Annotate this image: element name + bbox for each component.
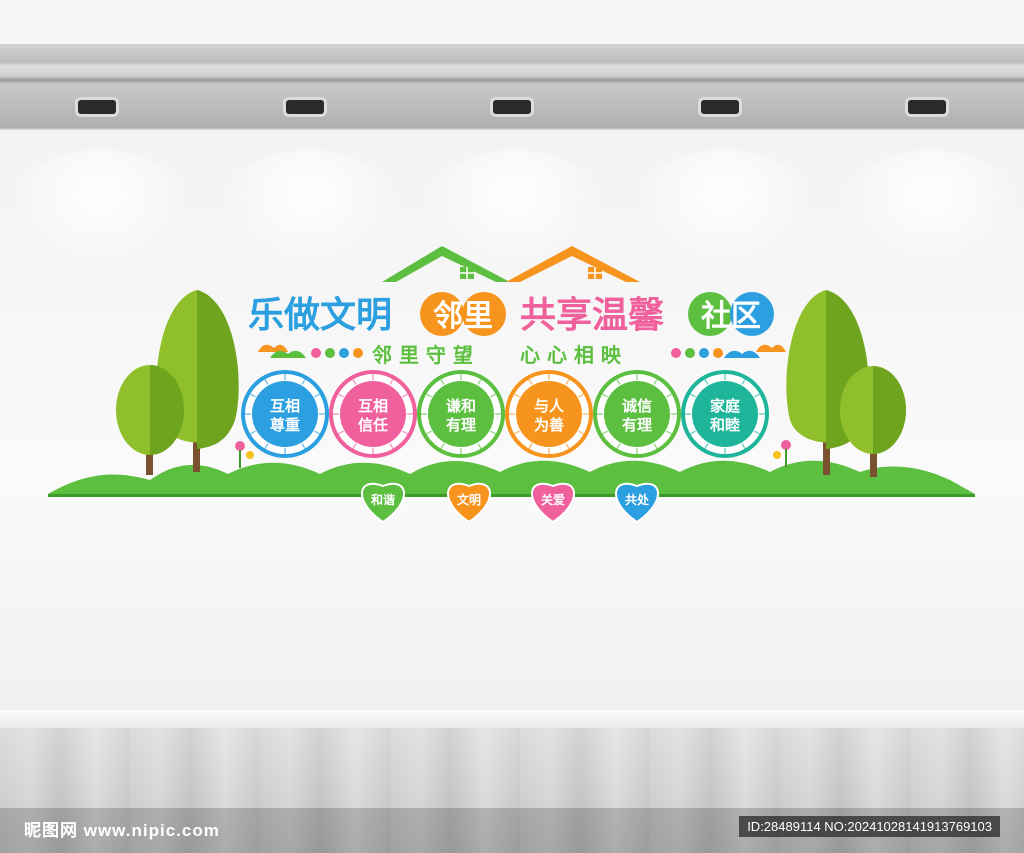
- value-circle-6: 家庭和睦: [681, 370, 769, 458]
- value-circle-line2: 尊重: [270, 416, 300, 434]
- heart-label: 和谐: [370, 492, 395, 507]
- value-circle-line1: 互相: [270, 397, 300, 415]
- value-circle-line1: 互相: [358, 397, 388, 415]
- heart-badge-3: 关爱: [531, 482, 575, 524]
- value-circle-1: 互相尊重: [241, 370, 329, 458]
- value-circle-line1: 谦和: [446, 397, 476, 415]
- title-part2: 共享温馨: [520, 295, 665, 336]
- value-circle-line2: 信任: [358, 416, 388, 434]
- value-circle-2: 互相信任: [329, 370, 417, 458]
- title-badge-left: 邻里: [433, 299, 493, 334]
- value-circle-line2: 有理: [446, 416, 476, 434]
- value-circle-line2: 为善: [534, 416, 564, 434]
- heart-label: 文明: [457, 492, 481, 507]
- wall-skirting: [0, 710, 1024, 730]
- watermark-id: ID:28489114 NO:20241028141913769103: [739, 816, 1000, 837]
- heart-badge-4: 共处: [615, 482, 659, 524]
- green-hills: [48, 460, 975, 494]
- value-circle-line2: 有理: [622, 416, 652, 434]
- heart-badge-2: 文明: [447, 482, 491, 524]
- heart-label: 关爱: [541, 492, 565, 507]
- value-circle-3: 谦和有理: [417, 370, 505, 458]
- title-badge-right: 社区: [701, 299, 761, 334]
- value-circle-4: 与人为善: [505, 370, 593, 458]
- heart-label: 共处: [625, 492, 650, 507]
- value-circle-line1: 与人: [534, 397, 565, 415]
- title-part1: 乐做文明: [248, 295, 392, 336]
- value-circle-line2: 和睦: [710, 416, 740, 434]
- subtitle-right: 心 心 相 映: [520, 343, 622, 367]
- watermark-site: 昵图网 www.nipic.com: [24, 821, 220, 840]
- orange-roof: [506, 246, 640, 282]
- green-roof: [382, 246, 510, 282]
- left-trees: [116, 290, 254, 475]
- value-circle-5: 诚信有理: [593, 370, 681, 458]
- value-circle-line1: 家庭: [710, 397, 741, 415]
- subtitle-left: 邻 里 守 望: [372, 343, 473, 367]
- heart-badge-1: 和谐: [361, 482, 405, 524]
- value-circle-line1: 诚信: [622, 397, 652, 415]
- right-trees: [773, 290, 906, 477]
